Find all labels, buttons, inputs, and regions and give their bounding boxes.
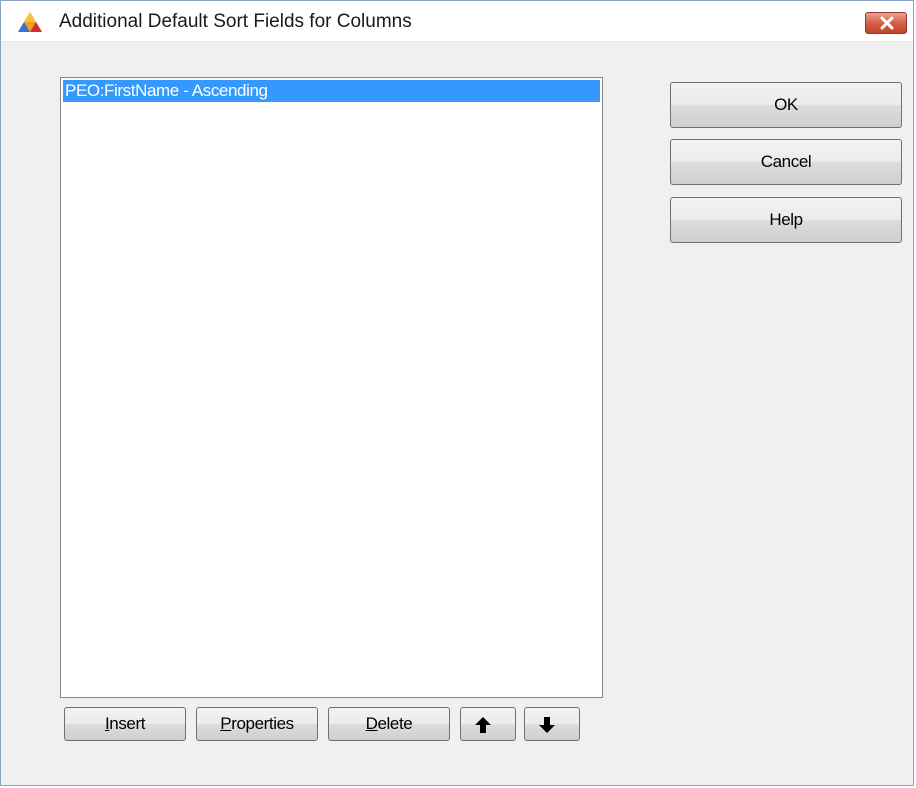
dialog-window: Additional Default Sort Fields for Colum… <box>0 0 914 786</box>
move-down-button[interactable] <box>524 707 580 741</box>
sort-fields-list[interactable]: PEO:FirstName - Ascending <box>60 77 603 698</box>
insert-button[interactable]: Insert <box>64 707 186 741</box>
delete-button[interactable]: Delete <box>328 707 450 741</box>
arrow-up-icon <box>475 717 491 733</box>
window-title: Additional Default Sort Fields for Colum… <box>59 11 412 32</box>
title-bar[interactable]: Additional Default Sort Fields for Colum… <box>1 1 913 42</box>
ok-button[interactable]: OK <box>670 82 902 128</box>
arrow-down-icon <box>539 717 555 733</box>
properties-mnemonic: P <box>220 714 232 733</box>
cancel-button[interactable]: Cancel <box>670 139 902 185</box>
list-item[interactable]: PEO:FirstName - Ascending <box>63 80 600 102</box>
help-button[interactable]: Help <box>670 197 902 243</box>
move-up-button[interactable] <box>460 707 516 741</box>
app-triangle-icon <box>18 12 42 32</box>
close-icon <box>880 16 894 30</box>
close-button[interactable] <box>865 12 907 34</box>
delete-label: elete <box>377 714 413 733</box>
properties-button[interactable]: Properties <box>196 707 318 741</box>
insert-label: nsert <box>109 714 146 733</box>
properties-label: roperties <box>231 714 294 733</box>
delete-mnemonic: D <box>365 714 378 733</box>
